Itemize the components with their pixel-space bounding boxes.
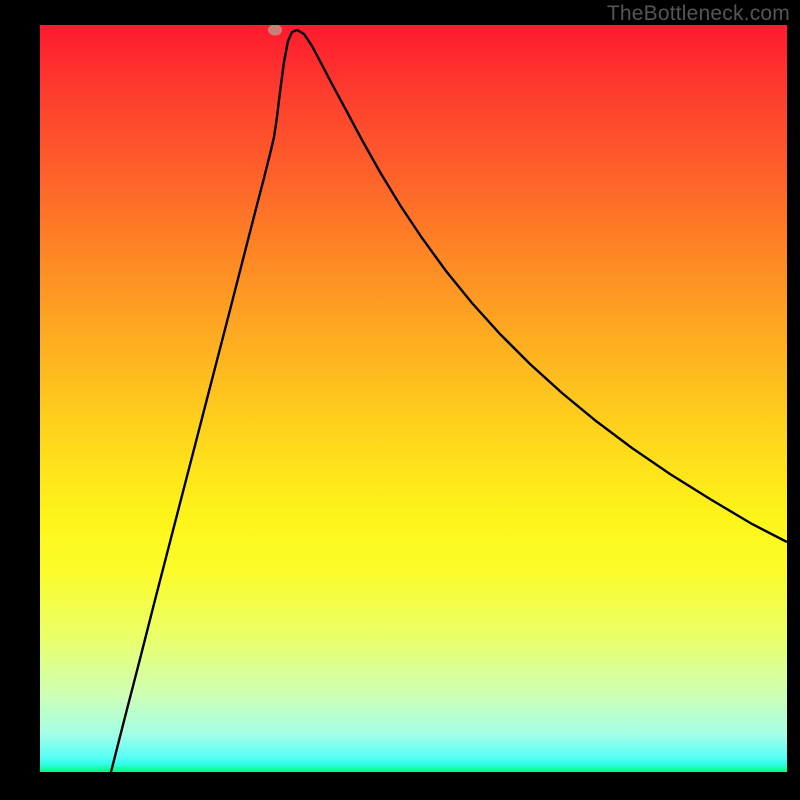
- chart-frame: TheBottleneck.com: [0, 0, 800, 800]
- curve-svg: [40, 25, 787, 772]
- watermark-text: TheBottleneck.com: [607, 2, 790, 26]
- curve-path: [111, 30, 787, 772]
- plot-area: [40, 25, 787, 772]
- curve-marker: [268, 25, 282, 36]
